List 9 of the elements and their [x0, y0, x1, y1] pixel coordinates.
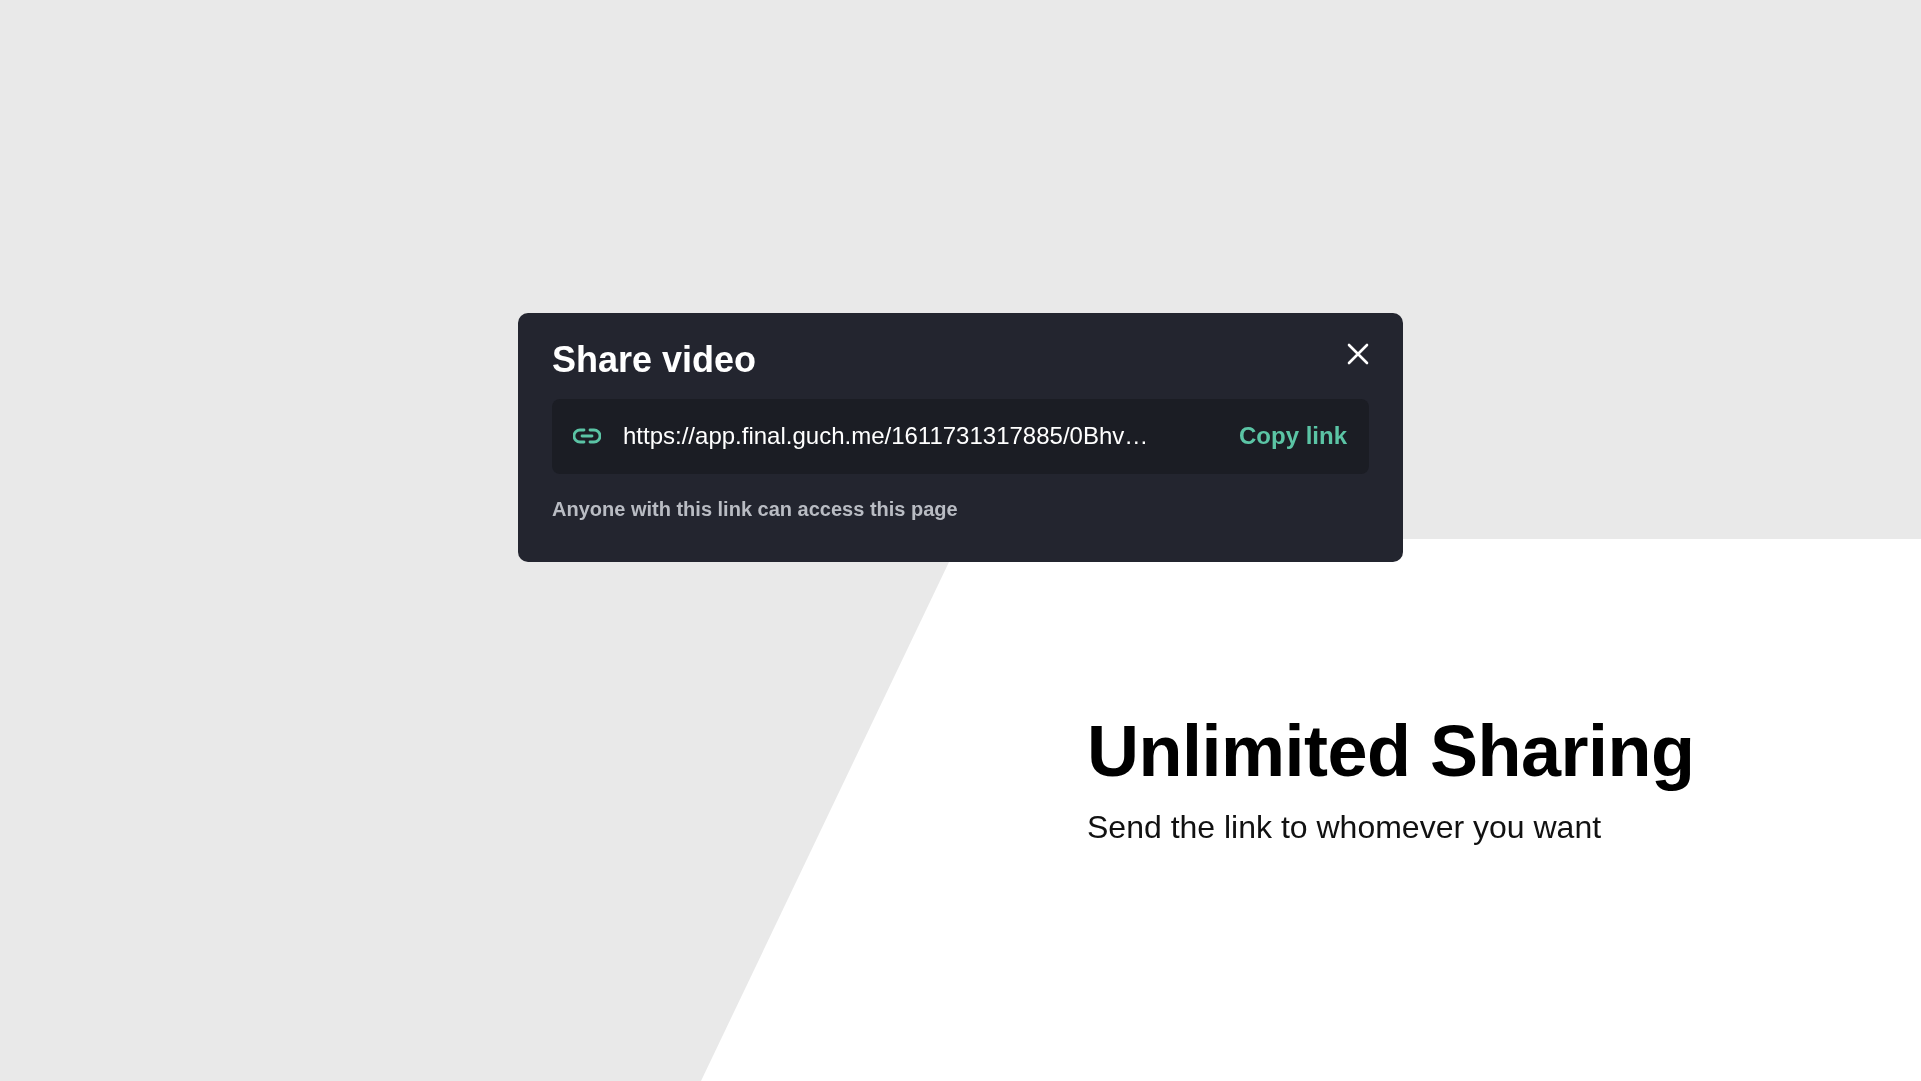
subheadline: Send the link to whomever you want [1087, 808, 1603, 847]
link-icon [573, 428, 601, 445]
dialog-title: Share video [552, 338, 757, 382]
link-url: https://app.final.guch.me/1611731317885/0Bhv… [623, 421, 1149, 452]
headline: Unlimited Sharing [1087, 710, 1695, 793]
link-field[interactable]: https://app.final.guch.me/1611731317885/0Bhv… Copy link [552, 398, 1369, 474]
copy-link-button[interactable]: Copy link [1239, 418, 1347, 455]
access-note: Anyone with this link can access this page [552, 496, 959, 522]
close-icon [1347, 343, 1369, 365]
